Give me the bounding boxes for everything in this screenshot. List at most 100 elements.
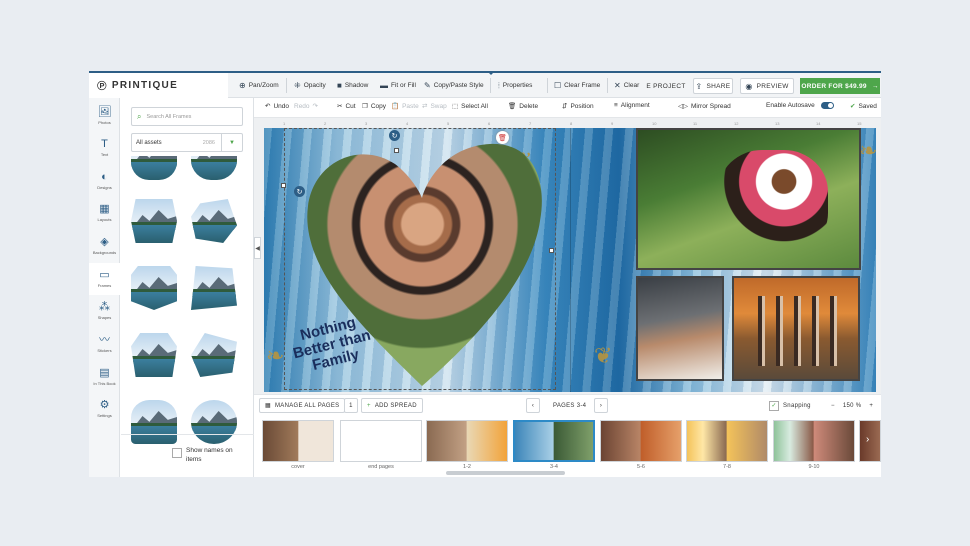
page-thumbnail[interactable] [773, 420, 855, 462]
frames-icon: ▭ [99, 269, 110, 281]
page-thumbnail-selected[interactable] [513, 420, 595, 462]
position-button[interactable]: ⇵ Position [562, 102, 594, 111]
toggle-switch-icon [820, 102, 834, 109]
prev-page-button[interactable]: ‹ [526, 398, 540, 413]
top-toolbar: ℗ PRINTIQUE ⊕ Pan/Zoom ⁜ Opacity ■ Shadow ▬… [89, 71, 881, 98]
frame-thumbnail[interactable] [191, 156, 237, 180]
order-button[interactable]: ORDER FOR $49.99 → [800, 78, 880, 94]
redo-button[interactable]: Redo ↷ [294, 102, 318, 111]
assets-dropdown[interactable]: All assets 2086 ▼ [131, 133, 243, 152]
opacity-button[interactable]: ⁜ Opacity [294, 73, 326, 98]
search-input[interactable]: ⌕ Search All Frames [131, 107, 243, 126]
project-button[interactable]: E PROJECT [646, 78, 686, 94]
shadow-button[interactable]: ■ Shadow [337, 73, 368, 98]
paste-button[interactable]: 📋 Paste [391, 102, 419, 111]
nav-shapes[interactable]: ⁂ Shapes [89, 295, 120, 327]
page-thumbnail[interactable] [340, 420, 422, 462]
delete-button[interactable]: 🗑 Delete [508, 102, 538, 111]
pages-label: PAGES 3-4 [548, 398, 592, 413]
page-thumbnail-label: 5-6 [637, 464, 645, 470]
editor-app: ℗ PRINTIQUE ⊕ Pan/Zoom ⁜ Opacity ■ Shadow ▬… [89, 71, 881, 477]
rotate-icon[interactable]: ↻ [294, 186, 305, 197]
page-thumbnail[interactable] [686, 420, 768, 462]
pan-zoom-button[interactable]: ⊕ Pan/Zoom [239, 73, 279, 98]
chevron-right-icon[interactable]: › [866, 434, 869, 445]
resize-handle[interactable] [281, 183, 286, 188]
nav-stickers[interactable]: 〰 Stickers [89, 328, 120, 360]
next-page-button[interactable]: › [594, 398, 608, 413]
checkbox-icon: ✓ [769, 400, 779, 411]
nav-backgrounds[interactable]: ◈ Backgrounds [89, 230, 120, 262]
nav-settings[interactable]: ⚙ Settings [89, 393, 120, 425]
panel-collapse-icon[interactable]: ◀ [254, 237, 261, 259]
page-number-input[interactable]: 1 [344, 398, 358, 413]
chevron-down-icon: ▼ [221, 134, 242, 151]
swap-button[interactable]: ⇄ Swap [422, 102, 447, 111]
rotate-icon[interactable]: ↻ [389, 130, 400, 141]
mirror-icon: ◁▷ [678, 103, 688, 110]
frame-thumbnail[interactable] [131, 199, 177, 243]
leaf-sticker-icon[interactable]: ❦ [594, 343, 612, 369]
page-thumbnail[interactable] [859, 420, 881, 462]
cut-button[interactable]: ✂ Cut [337, 102, 356, 111]
preview-button[interactable]: ◉ PREVIEW [740, 78, 794, 94]
nav-in-this-book[interactable]: ▤ In This Book [89, 361, 120, 393]
nav-text[interactable]: T Text [89, 132, 120, 164]
assets-count: 2086 [202, 139, 215, 146]
page-spread[interactable]: ❦ ❧ ❦ ❧ ↻ ↻ 🗑 Nothing Better than Family [264, 128, 876, 392]
in-this-book-icon: ▤ [99, 367, 110, 379]
nav-photos[interactable]: 🖼 Photos [89, 100, 120, 132]
clear-icon: ✕ [614, 81, 621, 90]
page-thumbnail[interactable] [426, 420, 508, 462]
nav-designs[interactable]: ◐ Designs [89, 165, 120, 197]
strip-scrollbar[interactable] [446, 471, 565, 475]
resize-handle[interactable] [394, 148, 399, 153]
nav-layouts[interactable]: ▦ Layouts [89, 197, 120, 229]
redo-icon: ↷ [312, 103, 318, 110]
edit-toolbar: ↶ Undo Redo ↷ ✂ Cut ❐ Copy 📋 Paste ⇄ Swap ⬚ Sel… [254, 98, 881, 118]
clear-button[interactable]: ✕ Clear [614, 73, 639, 98]
frame-thumbnail[interactable] [131, 266, 177, 310]
frame-thumbnail[interactable] [131, 156, 177, 180]
alignment-button[interactable]: ≡ Alignment [614, 102, 650, 109]
fit-fill-icon: ▬ [380, 81, 388, 90]
autosave-toggle[interactable]: Enable Autosave [766, 102, 834, 109]
frame-thumbnail[interactable] [191, 266, 237, 310]
copy-button[interactable]: ❐ Copy [362, 102, 386, 111]
page-thumbnail[interactable] [600, 420, 682, 462]
frame-thumbnail[interactable] [131, 333, 177, 377]
clear-frame-button[interactable]: ☐ Clear Frame [554, 73, 600, 98]
canvas-area[interactable]: 1 2 3 4 5 6 7 8 9 10 11 12 13 14 15 ❦ ❧ … [254, 118, 881, 436]
collapse-caret-icon[interactable] [487, 71, 495, 75]
copy-paste-style-button[interactable]: ✎ Copy/Paste Style [424, 73, 484, 98]
fit-fill-button[interactable]: ▬ Fit or Fill [380, 73, 416, 98]
resize-handle[interactable] [549, 248, 554, 253]
snapping-toggle[interactable]: ✓ Snapping [764, 398, 816, 413]
undo-button[interactable]: ↶ Undo [265, 102, 289, 111]
add-spread-button[interactable]: + ADD SPREAD [361, 398, 423, 413]
mirror-spread-button[interactable]: ◁▷ Mirror Spread [678, 102, 731, 111]
page-thumbnail[interactable] [262, 420, 334, 462]
select-all-button[interactable]: ⬚ Select All [452, 102, 488, 111]
zoom-control[interactable]: −150 % + [826, 398, 879, 413]
photo-frame[interactable] [636, 276, 724, 381]
photo-frame[interactable] [636, 128, 861, 270]
zoom-in-icon[interactable]: + [869, 403, 873, 409]
frame-thumbnail[interactable] [191, 333, 237, 377]
show-names-checkbox[interactable]: Show names on items [172, 446, 234, 464]
checkbox-icon [172, 448, 182, 458]
photo-frame[interactable] [732, 276, 860, 381]
properties-button[interactable]: ⦙ Properties [498, 73, 532, 98]
divider [607, 78, 608, 93]
delete-frame-icon[interactable]: 🗑 [496, 131, 509, 144]
frame-thumbnail[interactable] [191, 400, 237, 444]
frame-thumbnail[interactable] [191, 199, 237, 243]
leaf-sticker-icon[interactable]: ❧ [859, 138, 876, 164]
zoom-out-icon[interactable]: − [831, 403, 835, 409]
share-button[interactable]: ⇪ SHARE [693, 78, 733, 94]
manage-pages-button[interactable]: ▦ MANAGE ALL PAGES [259, 398, 346, 413]
frame-thumbnail[interactable] [131, 400, 177, 444]
page-spine [570, 128, 571, 392]
select-all-icon: ⬚ [452, 103, 459, 110]
nav-frames[interactable]: ▭ Frames [89, 263, 120, 295]
